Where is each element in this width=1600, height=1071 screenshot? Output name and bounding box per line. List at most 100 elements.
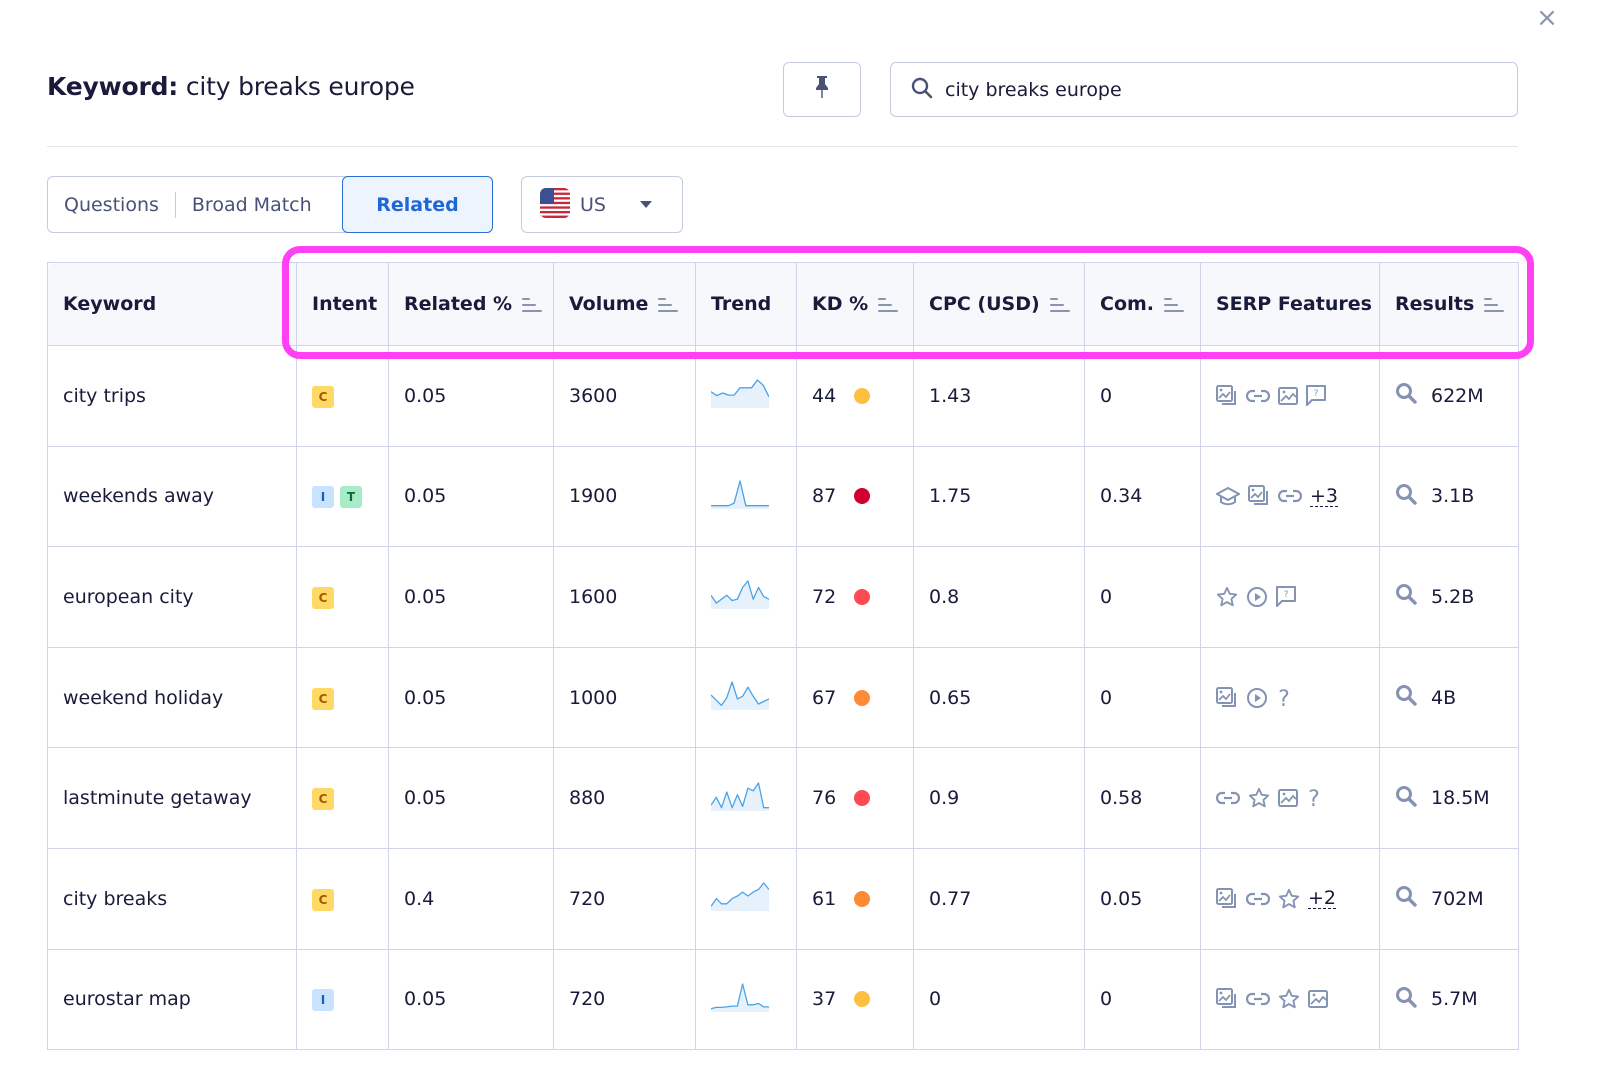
featured-review-icon[interactable] bbox=[1278, 888, 1300, 910]
image-pack-icon[interactable] bbox=[1216, 887, 1238, 910]
image-icon[interactable] bbox=[1278, 789, 1298, 808]
intent-badge-c: C bbox=[312, 788, 334, 811]
column-header-results[interactable]: Results bbox=[1379, 262, 1519, 346]
keyword-cell[interactable]: eurostar map bbox=[47, 948, 297, 1051]
sort-icon[interactable] bbox=[1049, 297, 1070, 313]
column-header-cpc-usd[interactable]: CPC (USD) bbox=[913, 262, 1085, 346]
search-results-icon[interactable] bbox=[1395, 986, 1417, 1013]
column-label: Keyword bbox=[63, 293, 157, 315]
search-results-icon[interactable] bbox=[1395, 684, 1417, 711]
people-also-ask-icon[interactable]: ? bbox=[1276, 687, 1292, 709]
video-icon[interactable] bbox=[1246, 687, 1268, 709]
serp-more-link[interactable]: +3 bbox=[1310, 486, 1339, 507]
column-header-com[interactable]: Com. bbox=[1084, 262, 1201, 346]
tab-related[interactable]: Related bbox=[342, 176, 493, 233]
intent-badge-i: I bbox=[312, 989, 334, 1012]
keywords-table-wrap: Keyword Intent Related % Volume Trend KD % CPC… bbox=[47, 262, 1519, 1051]
sort-icon[interactable] bbox=[522, 297, 543, 313]
people-also-ask-icon[interactable]: ? bbox=[1306, 787, 1322, 809]
image-pack-icon[interactable] bbox=[1216, 384, 1238, 407]
close-icon[interactable]: × bbox=[1533, 4, 1561, 32]
tab-questions[interactable]: Questions bbox=[48, 177, 175, 232]
trend-cell bbox=[695, 646, 797, 749]
cpc-cell: 0 bbox=[913, 948, 1085, 1051]
kd-indicator-dot bbox=[854, 689, 871, 706]
cpc-cell: 0.65 bbox=[913, 646, 1085, 749]
kd-value: 87 bbox=[812, 485, 837, 508]
image-icon[interactable] bbox=[1278, 386, 1298, 405]
sort-icon[interactable] bbox=[878, 297, 899, 313]
sort-icon[interactable] bbox=[1484, 297, 1505, 313]
tab-broad-match[interactable]: Broad Match bbox=[176, 177, 328, 232]
search-results-icon[interactable] bbox=[1395, 583, 1417, 610]
sitelinks-icon[interactable] bbox=[1216, 790, 1240, 806]
volume-cell: 720 bbox=[553, 948, 696, 1051]
image-pack-icon[interactable] bbox=[1216, 988, 1238, 1010]
com-cell: 0.34 bbox=[1084, 445, 1201, 548]
keyword-cell[interactable]: weekend holiday bbox=[47, 646, 297, 749]
cpc-cell: 0.77 bbox=[913, 847, 1085, 950]
keyword-cell[interactable]: lastminute getaway bbox=[47, 747, 297, 849]
trend-sparkline bbox=[710, 882, 770, 916]
keyword-link[interactable]: lastminute getaway bbox=[63, 787, 252, 809]
keyword-cell[interactable]: weekends away bbox=[47, 445, 297, 548]
cpc-cell: 1.75 bbox=[913, 445, 1085, 548]
keyword-cell[interactable]: city breaks bbox=[47, 847, 297, 950]
pin-button[interactable] bbox=[783, 62, 861, 117]
keyword-link[interactable]: city trips bbox=[63, 385, 146, 407]
cpc-cell: 1.43 bbox=[913, 345, 1085, 447]
faq-icon[interactable]: ? bbox=[1306, 384, 1326, 407]
intent-cell: IT bbox=[296, 445, 389, 548]
column-label: SERP Features bbox=[1216, 293, 1372, 315]
com-cell: 0 bbox=[1084, 948, 1201, 1051]
featured-review-icon[interactable] bbox=[1216, 586, 1238, 608]
sort-icon[interactable] bbox=[658, 297, 679, 313]
sitelinks-icon[interactable] bbox=[1278, 488, 1302, 504]
results-value: 18.5M bbox=[1431, 787, 1490, 810]
search-input[interactable] bbox=[945, 78, 1485, 101]
keyword-cell[interactable]: european city bbox=[47, 546, 297, 648]
sitelinks-icon[interactable] bbox=[1246, 388, 1270, 404]
keyword-link[interactable]: weekend holiday bbox=[63, 687, 223, 709]
column-header-related[interactable]: Related % bbox=[388, 262, 554, 346]
image-icon[interactable] bbox=[1308, 990, 1328, 1009]
keyword-link[interactable]: city breaks bbox=[63, 888, 167, 910]
image-pack-icon[interactable] bbox=[1216, 686, 1238, 709]
svg-text:?: ? bbox=[1314, 389, 1319, 399]
serp-more-link[interactable]: +2 bbox=[1308, 888, 1337, 910]
keyword-cell[interactable]: city trips bbox=[47, 345, 297, 447]
table-body: city trips C 0.05 3600 44 1.43 0 ? 622M … bbox=[47, 345, 1519, 1051]
column-label: KD % bbox=[812, 293, 869, 315]
serp-cell: ? bbox=[1200, 646, 1380, 749]
search-results-icon[interactable] bbox=[1395, 483, 1417, 510]
featured-review-icon[interactable] bbox=[1278, 988, 1300, 1010]
image-pack-icon[interactable] bbox=[1248, 485, 1270, 507]
search-results-icon[interactable] bbox=[1395, 885, 1417, 912]
column-label: CPC (USD) bbox=[929, 293, 1040, 315]
knowledge-panel-icon[interactable] bbox=[1216, 486, 1240, 506]
serp-cell: ? bbox=[1200, 345, 1380, 447]
sitelinks-icon[interactable] bbox=[1246, 891, 1270, 907]
intent-badge-t: T bbox=[340, 486, 362, 509]
country-select[interactable]: US bbox=[521, 176, 683, 233]
video-icon[interactable] bbox=[1246, 586, 1268, 608]
sort-icon[interactable] bbox=[1164, 297, 1185, 313]
column-label: Trend bbox=[711, 293, 772, 315]
related-cell: 0.4 bbox=[388, 847, 554, 950]
title-keyword: city breaks europe bbox=[185, 72, 415, 101]
sitelinks-icon[interactable] bbox=[1246, 991, 1270, 1007]
keyword-link[interactable]: eurostar map bbox=[63, 988, 191, 1010]
faq-icon[interactable]: ? bbox=[1276, 585, 1296, 608]
column-header-volume[interactable]: Volume bbox=[553, 262, 696, 346]
search-results-icon[interactable] bbox=[1395, 785, 1417, 812]
intent-badge-c: C bbox=[312, 586, 334, 609]
com-cell: 0.58 bbox=[1084, 747, 1201, 849]
search-results-icon[interactable] bbox=[1395, 382, 1417, 409]
featured-review-icon[interactable] bbox=[1248, 787, 1270, 809]
column-label: Intent bbox=[312, 293, 378, 315]
kd-indicator-dot bbox=[854, 890, 871, 907]
column-header-kd[interactable]: KD % bbox=[796, 262, 914, 346]
keyword-link[interactable]: european city bbox=[63, 586, 194, 608]
kd-cell: 67 bbox=[796, 646, 914, 749]
keyword-link[interactable]: weekends away bbox=[63, 485, 214, 507]
